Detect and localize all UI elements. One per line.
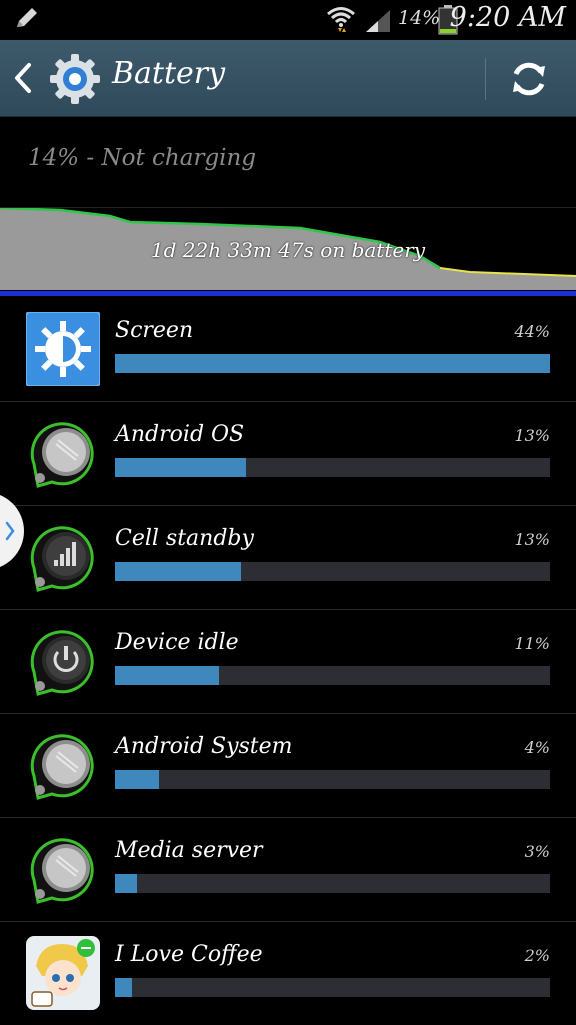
usage-item-android-os[interactable]: Android OS 13%	[0, 402, 576, 506]
refresh-icon[interactable]	[508, 58, 550, 100]
item-percent: 3%	[524, 842, 550, 861]
usage-list: Screen 44% Android OS 13% Cell standby 1…	[0, 298, 576, 1025]
android-system-icon	[30, 734, 94, 800]
usage-bar-fill	[115, 458, 246, 477]
usage-bar-fill	[115, 874, 137, 893]
on-battery-duration: 1d 22h 33m 47s on battery	[150, 238, 426, 262]
usage-bar	[115, 562, 550, 581]
item-percent: 13%	[514, 530, 550, 549]
usage-bar	[115, 770, 550, 789]
chevron-right-icon	[5, 521, 15, 541]
usage-bar	[115, 978, 550, 997]
usage-item-i-love-coffee[interactable]: I Love Coffee 2%	[0, 922, 576, 1025]
status-bar: 14% 9:20 AM	[0, 0, 576, 40]
item-name: Cell standby	[115, 526, 254, 551]
usage-item-media-server[interactable]: Media server 3%	[0, 818, 576, 922]
item-name: Screen	[115, 318, 194, 343]
device-idle-icon	[30, 630, 94, 696]
usage-bar	[115, 458, 550, 477]
item-name: Media server	[115, 838, 263, 863]
clock: 9:20 AM	[449, 2, 566, 33]
signal-icon	[366, 10, 390, 32]
media-server-icon	[30, 838, 94, 904]
action-divider	[485, 58, 486, 100]
usage-item-android-system[interactable]: Android System 4%	[0, 714, 576, 818]
item-name: Android System	[115, 734, 293, 759]
usage-item-device-idle[interactable]: Device idle 11%	[0, 610, 576, 714]
usage-item-cell-standby[interactable]: Cell standby 13%	[0, 506, 576, 610]
usage-bar-fill	[115, 562, 242, 581]
action-bar: Battery	[0, 40, 576, 117]
item-name: Device idle	[115, 630, 239, 655]
graph-baseline	[0, 291, 576, 296]
item-percent: 4%	[524, 738, 550, 757]
pencil-icon	[17, 8, 37, 27]
battery-percent: 14%	[398, 7, 441, 29]
usage-bar	[115, 354, 550, 373]
item-percent: 44%	[514, 322, 550, 341]
usage-bar	[115, 666, 550, 685]
wifi-icon	[327, 7, 355, 32]
back-icon[interactable]	[12, 62, 34, 94]
usage-bar-fill	[115, 666, 220, 685]
i-love-coffee-app-icon	[26, 936, 100, 1010]
page-title: Battery	[112, 56, 226, 91]
usage-bar-fill	[115, 770, 159, 789]
cell-standby-icon	[30, 526, 94, 592]
item-percent: 2%	[524, 946, 550, 965]
usage-bar-fill	[115, 354, 550, 373]
item-name: Android OS	[115, 422, 245, 447]
item-percent: 11%	[514, 634, 550, 653]
usage-bar-fill	[115, 978, 133, 997]
screen-brightness-icon	[26, 312, 100, 386]
android-os-icon	[30, 422, 94, 488]
item-percent: 13%	[514, 426, 550, 445]
item-name: I Love Coffee	[115, 942, 263, 967]
settings-gear-icon	[50, 54, 100, 104]
charge-status: 14% - Not charging	[28, 145, 257, 171]
usage-bar	[115, 874, 550, 893]
usage-item-screen[interactable]: Screen 44%	[0, 298, 576, 402]
